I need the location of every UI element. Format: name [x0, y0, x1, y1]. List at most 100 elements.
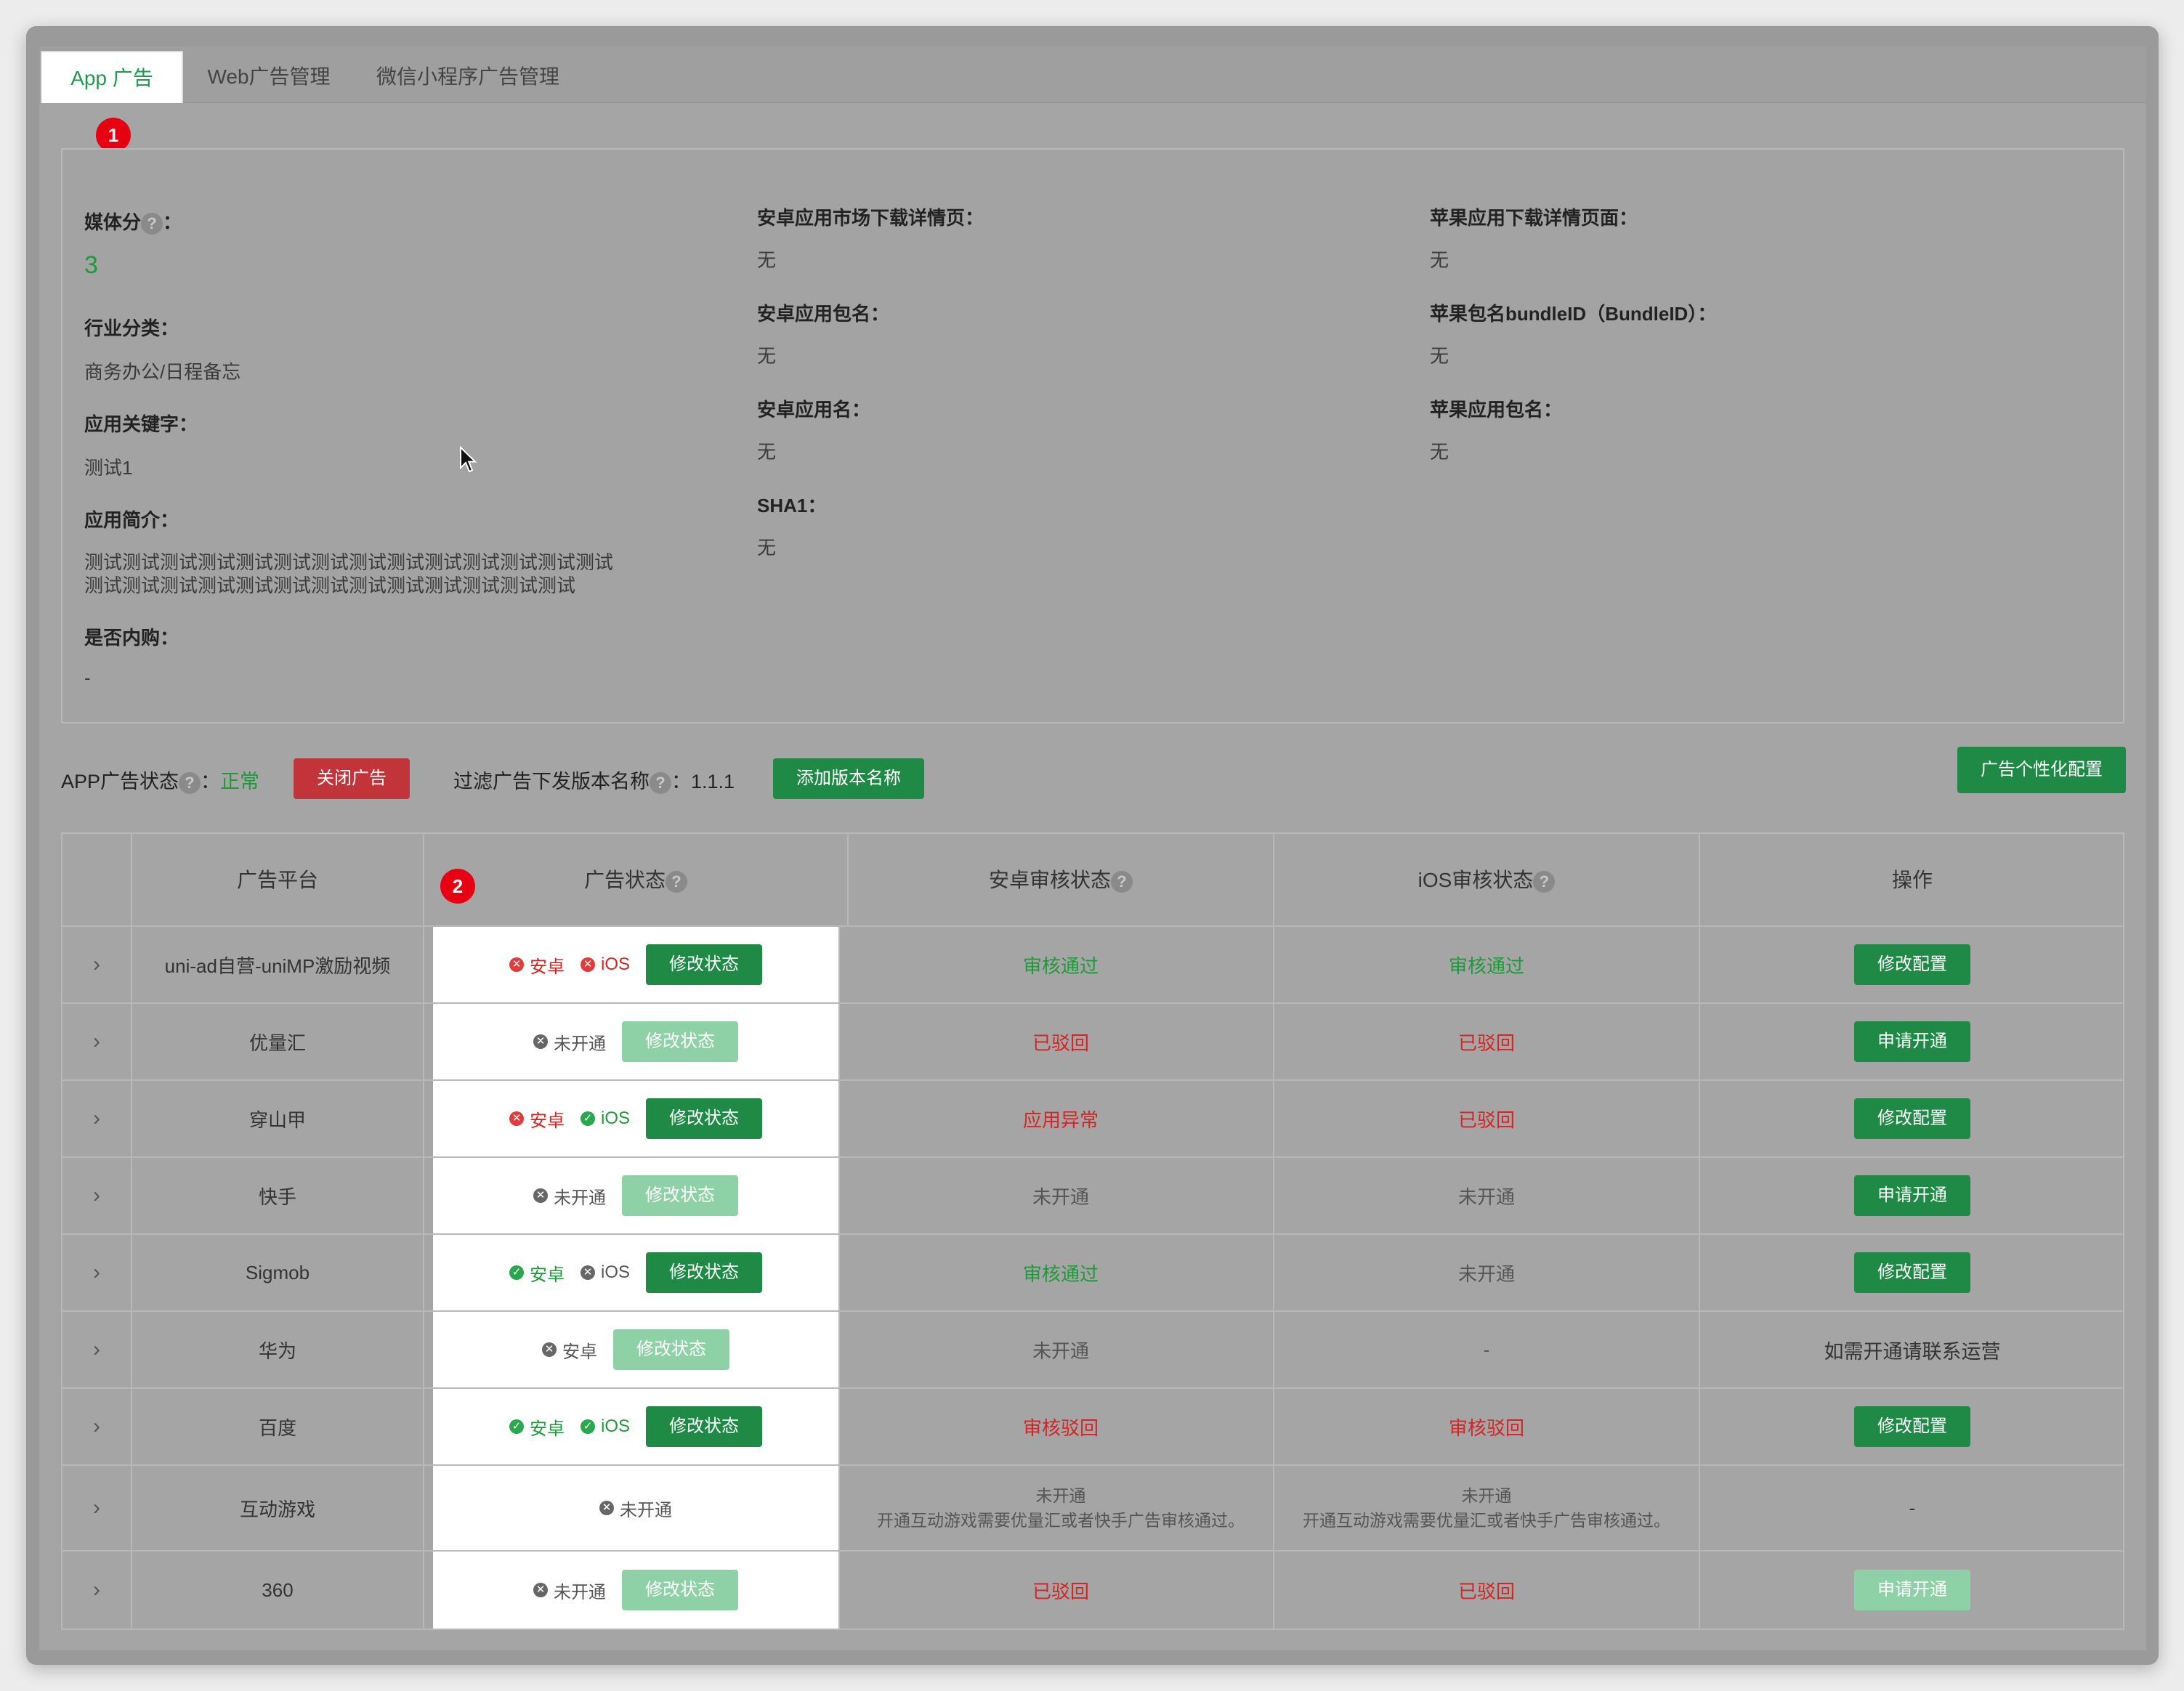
closed-status: ✕ 未开通 — [533, 1029, 606, 1055]
table-row: › 快手 ✕ 未开通 修改状态 未开通 未开通 申请开通 — [62, 1158, 2123, 1235]
apple-bundle-label: 苹果包名bundleID（BundleID）： — [1430, 303, 1717, 325]
expand-chevron-icon[interactable]: › — [62, 1004, 132, 1079]
expand-chevron-icon[interactable]: › — [62, 1158, 132, 1233]
platform-name: uni-ad自营-uniMP激励视频 — [132, 927, 424, 1002]
modify-status-button[interactable]: 修改状态 — [646, 944, 762, 985]
android-market-label: 安卓应用市场下载详情页： — [757, 207, 984, 229]
android-market-value: 无 — [757, 249, 777, 271]
apple-bundle-value: 无 — [1430, 345, 1449, 367]
action-placeholder: - — [1909, 1496, 1916, 1519]
modify-status-button[interactable]: 修改状态 — [646, 1252, 762, 1293]
modify-status-button[interactable]: 修改状态 — [622, 1175, 738, 1216]
ios-status: ✕ iOS — [580, 1262, 630, 1283]
modify-status-button[interactable]: 修改状态 — [622, 1021, 738, 1062]
table-row: › 360 ✕ 未开通 修改状态 已驳回 已驳回 申请开通 — [62, 1552, 2123, 1629]
android-review-status: 审核通过 — [849, 927, 1274, 1002]
expand-chevron-icon[interactable]: › — [62, 1466, 132, 1550]
table-header-action: 操作 — [1700, 834, 2124, 927]
tab-app-ads[interactable]: App 广告 — [41, 51, 183, 103]
ad-personalize-button[interactable]: 广告个性化配置 — [1957, 747, 2126, 793]
keywords-value: 测试1 — [84, 457, 133, 479]
modify-config-button[interactable]: 修改配置 — [1854, 1406, 1970, 1447]
android-review-status: 未开通 — [849, 1312, 1274, 1387]
apply-open-button[interactable]: 申请开通 — [1854, 1021, 1970, 1062]
iap-label: 是否内购： — [84, 627, 179, 649]
android-name-value: 无 — [757, 441, 777, 463]
android-review-status: 审核通过 — [849, 1235, 1274, 1310]
tab-wechat-miniprogram-ads[interactable]: 微信小程序广告管理 — [359, 51, 577, 103]
help-icon[interactable]: ? — [650, 771, 671, 794]
modify-status-button[interactable]: 修改状态 — [622, 1570, 738, 1610]
help-icon[interactable]: ? — [179, 771, 201, 794]
platform-name: 快手 — [132, 1158, 424, 1233]
apply-open-button[interactable]: 申请开通 — [1854, 1570, 1970, 1610]
platform-name: 百度 — [132, 1389, 424, 1464]
android-status: ✕ 安卓 — [542, 1337, 597, 1363]
tab-web-ads[interactable]: Web广告管理 — [190, 51, 347, 103]
expand-chevron-icon[interactable]: › — [62, 1235, 132, 1310]
error-icon: ✕ — [580, 957, 595, 972]
filter-version-value: 1.1.1 — [691, 771, 735, 792]
app-info-panel: 媒体分?： 3 行业分类： 商务办公/日程备忘 应用关键字： 测试1 应用简介：… — [61, 148, 2124, 723]
ad-status-cell: ✓ 安卓 ✕ iOS 修改状态 — [433, 1235, 840, 1310]
marker-badge-1: 1 — [96, 118, 131, 153]
closed-status: ✕ 未开通 — [599, 1496, 672, 1521]
error-icon: ✕ — [509, 957, 524, 972]
expand-chevron-icon[interactable]: › — [62, 927, 132, 1002]
android-review-status: 未开通 开通互动游戏需要优量汇或者快手广告审核通过。 — [849, 1466, 1274, 1550]
expand-chevron-icon[interactable]: › — [62, 1312, 132, 1387]
expand-chevron-icon[interactable]: › — [62, 1389, 132, 1464]
android-status: ✕ 安卓 — [509, 1106, 565, 1132]
contact-operations-text: 如需开通请联系运营 — [1824, 1340, 2001, 1363]
table-header-status: 广告状态? — [424, 834, 849, 927]
disabled-icon: ✕ — [533, 1034, 548, 1049]
modify-status-button[interactable]: 修改状态 — [646, 1098, 762, 1139]
help-icon[interactable]: ? — [1533, 870, 1556, 893]
ios-review-status: 已驳回 — [1274, 1552, 1700, 1629]
android-review-status: 应用异常 — [849, 1081, 1274, 1156]
ad-status-cell: ✕ 未开通 — [433, 1466, 840, 1550]
table-row: › 百度 ✓ 安卓 ✓ iOS 修改状态 审核驳回 审核驳回 修改配置 — [62, 1389, 2123, 1466]
help-icon[interactable]: ? — [1111, 870, 1133, 893]
add-version-button[interactable]: 添加版本名称 — [773, 758, 924, 799]
table-header-expand — [62, 834, 132, 927]
ios-review-status: 未开通 — [1274, 1158, 1700, 1233]
expand-chevron-icon[interactable]: › — [62, 1552, 132, 1629]
modify-config-button[interactable]: 修改配置 — [1854, 944, 1970, 985]
android-status: ✓ 安卓 — [509, 1414, 565, 1440]
ios-status: ✓ iOS — [580, 1416, 630, 1437]
table-row: › 互动游戏 ✕ 未开通 未开通 开通互动游戏需要优量汇或者快手广告审核通过。 未… — [62, 1466, 2123, 1552]
intro-line-2: 测试测试测试测试测试测试测试测试测试测试测试测试测试 — [84, 575, 576, 596]
apple-download-label: 苹果应用下载详情页面： — [1430, 207, 1638, 229]
apple-pkg-value: 无 — [1430, 441, 1449, 463]
ad-management-page: App 广告 Web广告管理 微信小程序广告管理 1 媒体分?： 3 行业分类：… — [39, 46, 2146, 1650]
ios-status: ✓ iOS — [580, 1108, 630, 1129]
expand-chevron-icon[interactable]: › — [62, 1081, 132, 1156]
help-icon[interactable]: ? — [141, 213, 163, 235]
android-status: ✓ 安卓 — [509, 1260, 565, 1286]
table-row: › uni-ad自营-uniMP激励视频 ✕ 安卓 ✕ iOS 修改状态 审核通过 … — [62, 927, 2123, 1004]
help-icon[interactable]: ? — [666, 870, 687, 893]
platform-name: 360 — [132, 1552, 424, 1629]
ios-review-status: 未开通 — [1274, 1235, 1700, 1310]
modify-status-button[interactable]: 修改状态 — [613, 1329, 729, 1370]
ad-status-cell: ✓ 安卓 ✓ iOS 修改状态 — [433, 1389, 840, 1464]
ios-review-status: 未开通 开通互动游戏需要优量汇或者快手广告审核通过。 — [1274, 1466, 1700, 1550]
android-status: ✕ 安卓 — [509, 952, 565, 978]
android-pkg-label: 安卓应用包名： — [757, 303, 890, 325]
app-ad-status-value: 正常 — [220, 771, 260, 792]
android-review-status: 未开通 — [849, 1158, 1274, 1233]
platform-name: 互动游戏 — [132, 1466, 424, 1550]
apply-open-button[interactable]: 申请开通 — [1854, 1175, 1970, 1216]
sha1-label: SHA1： — [757, 495, 827, 516]
media-score-value: 3 — [84, 251, 98, 279]
media-score-label: 媒体分?： — [84, 208, 182, 235]
close-ad-button[interactable]: 关闭广告 — [294, 758, 410, 799]
keywords-label: 应用关键字： — [84, 413, 198, 435]
modify-config-button[interactable]: 修改配置 — [1854, 1098, 1970, 1139]
intro-label: 应用简介： — [84, 509, 179, 531]
industry-label: 行业分类： — [84, 317, 179, 339]
modify-status-button[interactable]: 修改状态 — [646, 1406, 762, 1447]
modify-config-button[interactable]: 修改配置 — [1854, 1252, 1970, 1293]
android-pkg-value: 无 — [757, 345, 777, 367]
